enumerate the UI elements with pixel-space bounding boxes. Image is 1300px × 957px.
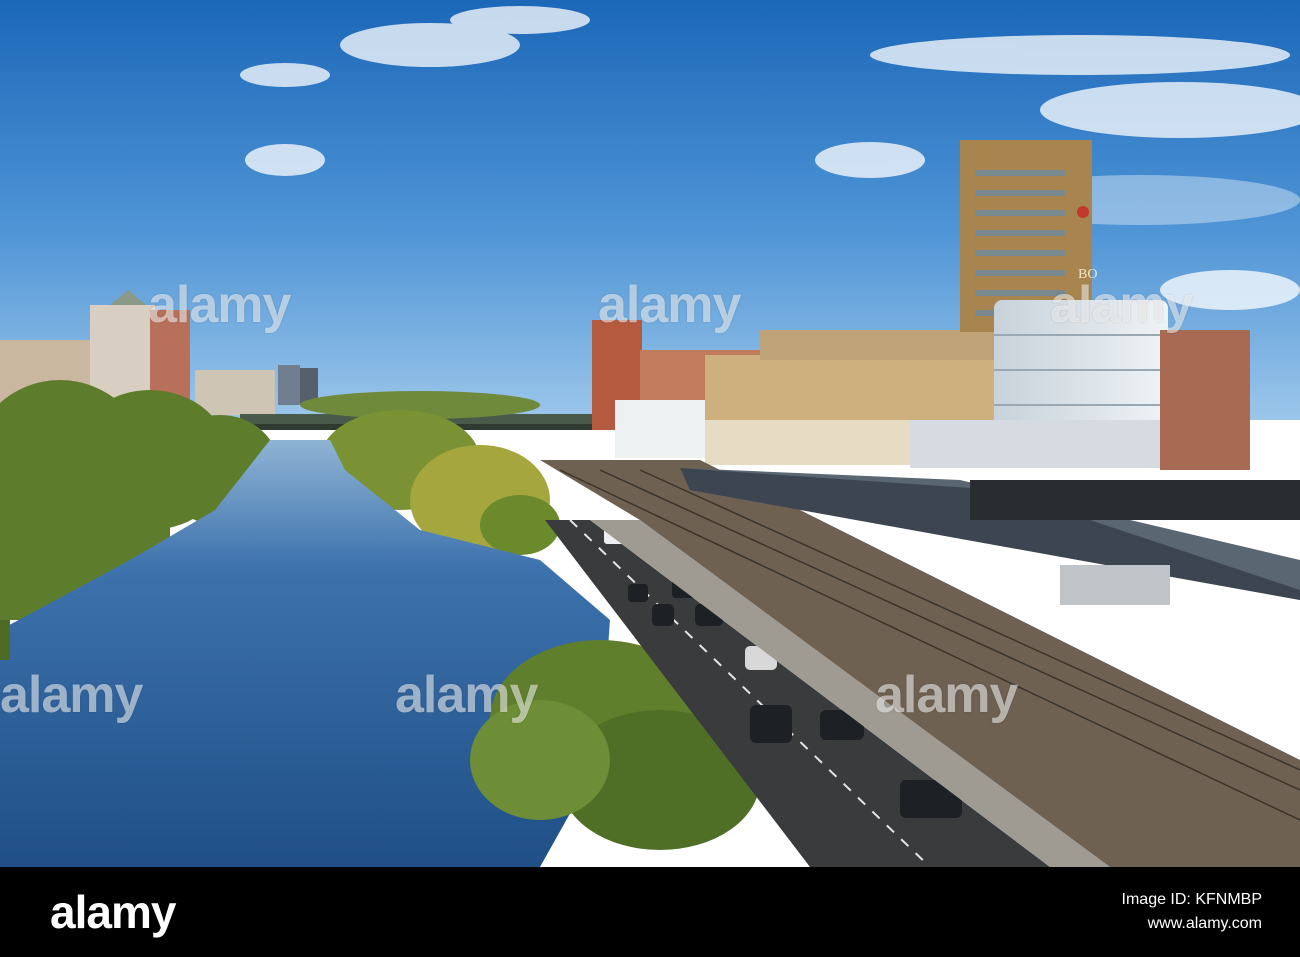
alamy-logo[interactable]: alamy [50, 885, 176, 939]
photo: BO alamy alamy alamy alamy alamy alamy [0, 0, 1300, 867]
image-id-label: Image ID: KFNMBP [1121, 891, 1262, 908]
city-river-scene: BO [0, 0, 1300, 867]
site-link[interactable]: www.alamy.com [1148, 915, 1262, 932]
image-info: Image ID: KFNMBP www.alamy.com [1122, 891, 1262, 933]
footer-bar: alamy Image ID: KFNMBP www.alamy.com [0, 867, 1300, 957]
tower-sign: BO [1078, 267, 1097, 282]
